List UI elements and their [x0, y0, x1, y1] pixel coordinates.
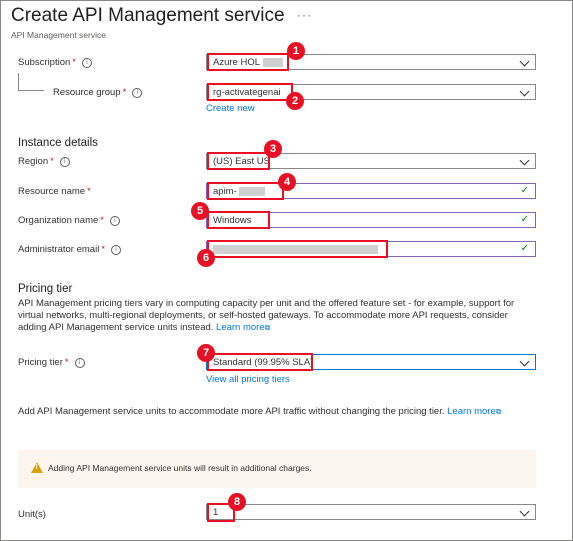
callout-badge: 6: [197, 249, 215, 267]
units-label: Unit(s): [18, 509, 46, 520]
units-label-text: Unit(s): [18, 509, 46, 520]
admin-email-label: Administrator email * i: [18, 244, 122, 255]
info-icon[interactable]: i: [59, 156, 70, 167]
required-mark: *: [64, 357, 69, 368]
units-description-text: Add API Management service units to acco…: [18, 406, 445, 417]
highlight-box: [207, 83, 293, 101]
callout-badge: 8: [228, 493, 246, 511]
required-mark: *: [122, 87, 127, 98]
chevron-down-icon: [519, 356, 530, 367]
instance-details-heading: Instance details: [18, 137, 98, 149]
callout-badge: 4: [278, 173, 296, 191]
info-icon[interactable]: i: [81, 57, 92, 68]
chevron-down-icon: [519, 506, 530, 517]
warning-icon: !: [31, 462, 43, 473]
highlight-box: [207, 152, 270, 170]
pricing-tier-label-text: Pricing tier: [18, 357, 63, 368]
checkmark-icon: ✓: [520, 214, 529, 225]
organization-name-label: Organization name * i: [18, 215, 120, 226]
resource-name-label: Resource name *: [18, 186, 91, 197]
external-link-icon: ⧉: [264, 323, 271, 332]
required-mark: *: [101, 244, 106, 255]
info-icon[interactable]: i: [111, 244, 122, 255]
highlight-box: [207, 353, 313, 371]
callout-badge: 1: [287, 42, 305, 60]
highlight-box: [207, 182, 284, 200]
resource-group-label-text: Resource group: [53, 87, 121, 98]
page-title: Create API Management service: [11, 5, 285, 26]
organization-name-label-text: Organization name: [18, 215, 99, 226]
resource-group-label: Resource group * i: [53, 87, 143, 98]
learn-more-text: Learn more: [447, 406, 496, 417]
chevron-down-icon: [519, 86, 530, 97]
pricing-learn-more-link[interactable]: Learn more⧉: [216, 322, 270, 333]
pricing-tier-label: Pricing tier * i: [18, 357, 85, 368]
subscription-label: Subscription * i: [18, 57, 92, 68]
callout-badge: 5: [191, 202, 209, 220]
view-all-pricing-tiers-link[interactable]: View all pricing tiers: [206, 374, 290, 385]
info-icon[interactable]: i: [132, 87, 143, 98]
highlight-box: [207, 53, 289, 71]
info-icon[interactable]: i: [74, 357, 85, 368]
callout-badge: 7: [197, 344, 215, 362]
callout-badge: 2: [286, 92, 304, 110]
page-subtitle: API Management service: [11, 30, 106, 40]
checkmark-icon: ✓: [520, 243, 529, 254]
info-icon[interactable]: i: [109, 215, 120, 226]
required-mark: *: [100, 215, 104, 226]
units-learn-more-link[interactable]: Learn more⧉: [447, 406, 501, 417]
tree-connector: [18, 90, 44, 91]
more-options-button[interactable]: ···: [297, 8, 312, 22]
region-label: Region * i: [18, 156, 70, 167]
checkmark-icon: ✓: [520, 185, 529, 196]
warning-banner: ! Adding API Management service units wi…: [18, 450, 536, 488]
units-dropdown[interactable]: 1: [206, 504, 536, 520]
highlight-box: [207, 240, 388, 258]
warning-text: Adding API Management service units will…: [48, 463, 312, 473]
units-description: Add API Management service units to acco…: [18, 406, 501, 418]
required-mark: *: [72, 57, 76, 68]
create-new-link[interactable]: Create new: [206, 103, 255, 114]
required-mark: *: [87, 186, 91, 197]
subscription-label-text: Subscription: [18, 57, 71, 68]
external-link-icon: ⧉: [495, 407, 502, 416]
resource-name-label-text: Resource name: [18, 186, 86, 197]
chevron-down-icon: [519, 56, 530, 67]
pricing-description: API Management pricing tiers vary in com…: [18, 298, 538, 334]
required-mark: *: [50, 156, 54, 167]
pricing-tier-heading: Pricing tier: [18, 283, 73, 295]
learn-more-text: Learn more: [216, 322, 265, 333]
callout-badge: 3: [264, 140, 282, 158]
highlight-box: [207, 211, 270, 229]
tree-connector: [18, 73, 19, 90]
region-label-text: Region: [18, 156, 49, 167]
chevron-down-icon: [519, 155, 530, 166]
admin-email-label-text: Administrator email: [18, 244, 100, 255]
